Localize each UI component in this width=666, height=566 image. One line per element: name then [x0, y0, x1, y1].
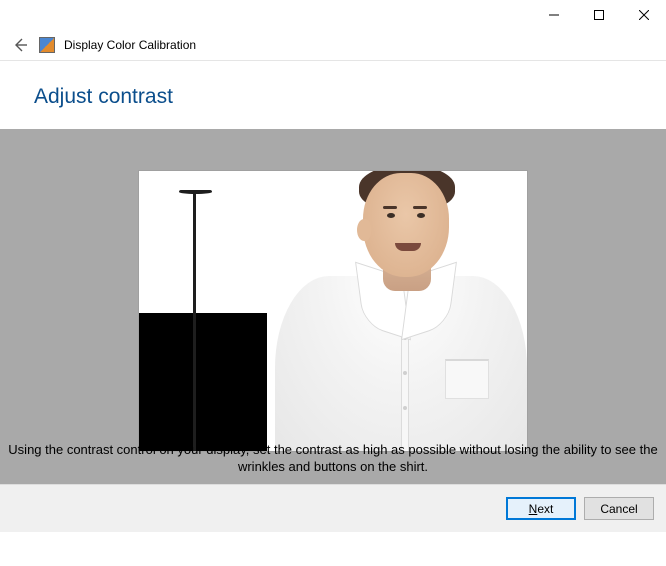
content-area: Using the contrast control on your displ…: [0, 129, 666, 484]
wizard-footer: Next Cancel: [0, 484, 666, 532]
cancel-button[interactable]: Cancel: [584, 497, 654, 520]
next-button[interactable]: Next: [506, 497, 576, 520]
window-titlebar: [0, 0, 666, 30]
instruction-text: Using the contrast control on your displ…: [0, 435, 666, 484]
app-icon: [39, 37, 55, 53]
next-button-rest: ext: [537, 502, 553, 516]
minimize-button[interactable]: [531, 0, 576, 30]
back-button[interactable]: [10, 35, 30, 55]
close-button[interactable]: [621, 0, 666, 30]
contrast-sample-image: [139, 171, 527, 451]
maximize-button[interactable]: [576, 0, 621, 30]
header-bar: Display Color Calibration: [0, 30, 666, 61]
page-heading: Adjust contrast: [34, 85, 666, 109]
window-title: Display Color Calibration: [64, 38, 196, 52]
